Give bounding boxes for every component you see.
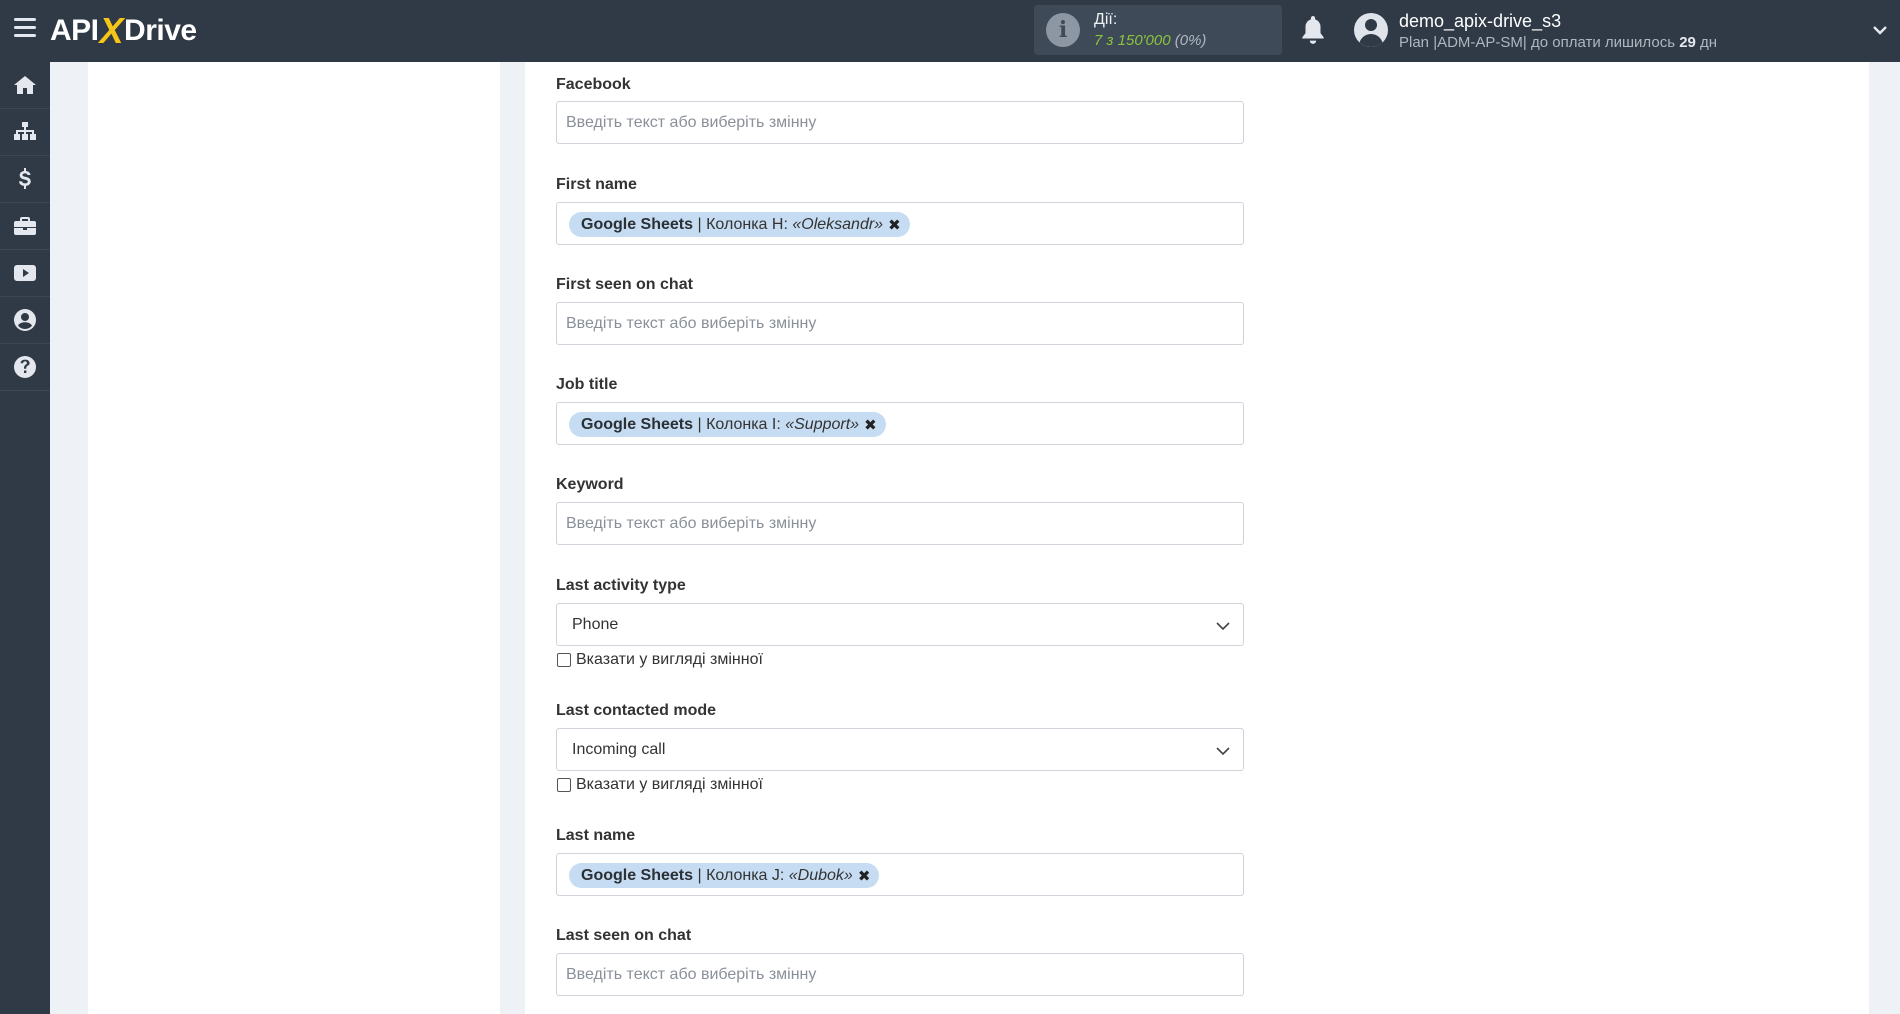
top-bar: API X Drive i Дії: 7 з 150'000 (0%) demo_a… — [0, 0, 1900, 62]
actions-count: 7 з 150'000 (0%) — [1094, 32, 1206, 49]
user-plan: Plan |ADM-AP-SM| до оплати лишилось 29 д… — [1399, 34, 1717, 51]
last-contacted-mode-select[interactable]: Incoming call — [556, 728, 1244, 771]
user-plan-days: 29 — [1679, 34, 1696, 51]
last-activity-type-select[interactable]: Phone — [556, 603, 1244, 646]
sidebar — [0, 62, 50, 1014]
facebook-input[interactable]: Введіть текст або виберіть змінну — [556, 101, 1244, 144]
last-name-input[interactable]: Google Sheets | Колонка J: «Dubok» ✖ — [556, 853, 1244, 896]
checkbox-label: Вказати у вигляді змінної — [576, 651, 763, 668]
checkbox[interactable] — [557, 778, 571, 792]
tag-source: Google Sheets — [581, 415, 694, 433]
checkbox[interactable] — [557, 653, 571, 667]
variable-tag: Google Sheets | Колонка J: «Dubok» ✖ — [569, 863, 880, 888]
first-seen-placeholder: Введіть текст або виберіть змінну — [566, 315, 817, 332]
field-label-first-seen: First seen on chat — [556, 276, 693, 293]
actions-count-value: 7 з 150'000 — [1094, 32, 1171, 49]
bell-icon[interactable] — [1300, 16, 1326, 46]
sidebar-item-home[interactable] — [0, 62, 50, 109]
keyword-input[interactable]: Введіть текст або виберіть змінну — [556, 502, 1244, 545]
close-icon[interactable]: ✖ — [888, 216, 901, 234]
tag-value: «Support» — [785, 415, 860, 433]
job-title-input[interactable]: Google Sheets | Колонка I: «Support» ✖ — [556, 402, 1244, 445]
youtube-icon — [14, 265, 36, 281]
actions-label: Дії: — [1094, 11, 1118, 28]
sitemap-icon — [14, 122, 36, 140]
left-panel — [88, 62, 500, 1014]
user-circle-icon — [14, 309, 36, 331]
dollar-icon — [19, 168, 31, 189]
info-icon: i — [1046, 13, 1080, 47]
chevron-down-icon — [1216, 747, 1230, 756]
menu-icon[interactable] — [14, 18, 36, 40]
chevron-down-icon[interactable] — [1872, 22, 1888, 38]
keyword-placeholder: Введіть текст або виберіть змінну — [566, 515, 817, 532]
actions-counter: i Дії: 7 з 150'000 (0%) — [1034, 5, 1282, 55]
logo-text-api: API — [50, 14, 99, 47]
last-contacted-mode-variable-toggle: Вказати у вигляді змінної — [557, 776, 763, 794]
sidebar-item-connections[interactable] — [0, 109, 50, 156]
briefcase-icon — [14, 217, 36, 235]
last-seen-placeholder: Введіть текст або виберіть змінну — [566, 966, 817, 983]
tag-value: «Oleksandr» — [792, 215, 884, 233]
tag-column: | Колонка I: — [693, 415, 786, 433]
home-icon — [14, 76, 36, 94]
field-label-last-name: Last name — [556, 827, 636, 844]
last-activity-type-variable-toggle: Вказати у вигляді змінної — [557, 651, 763, 669]
sidebar-item-help[interactable] — [0, 344, 50, 391]
checkbox-label: Вказати у вигляді змінної — [576, 776, 763, 793]
tag-column: | Колонка J: — [693, 866, 789, 884]
avatar[interactable] — [1354, 13, 1388, 47]
question-circle-icon — [14, 356, 36, 378]
actions-percent: (0%) — [1174, 32, 1207, 49]
field-label-keyword: Keyword — [556, 476, 624, 493]
sidebar-item-billing[interactable] — [0, 156, 50, 203]
tag-source: Google Sheets — [581, 215, 694, 233]
field-label-last-activity-type: Last activity type — [556, 577, 686, 594]
logo-text-drive: Drive — [124, 14, 197, 47]
tag-source: Google Sheets — [581, 866, 694, 884]
facebook-placeholder: Введіть текст або виберіть змінну — [566, 114, 817, 131]
sidebar-item-video[interactable] — [0, 250, 50, 297]
close-icon[interactable]: ✖ — [864, 416, 877, 434]
variable-tag: Google Sheets | Колонка I: «Support» ✖ — [569, 412, 886, 437]
user-name[interactable]: demo_apix-drive_s3 — [1399, 11, 1561, 32]
field-label-facebook: Facebook — [556, 76, 631, 93]
first-name-input[interactable]: Google Sheets | Колонка H: «Oleksandr» ✖ — [556, 202, 1244, 245]
chevron-down-icon — [1216, 622, 1230, 631]
apix-drive-logo[interactable]: API X Drive — [50, 10, 197, 51]
user-plan-suffix: дн — [1695, 34, 1718, 51]
field-label-first-name: First name — [556, 176, 637, 193]
variable-tag: Google Sheets | Колонка H: «Oleksandr» ✖ — [569, 212, 910, 237]
tag-column: | Колонка H: — [693, 215, 793, 233]
field-label-job-title: Job title — [556, 376, 618, 393]
first-seen-input[interactable]: Введіть текст або виберіть змінну — [556, 302, 1244, 345]
sidebar-item-profile[interactable] — [0, 297, 50, 344]
last-contacted-mode-value: Incoming call — [572, 741, 666, 758]
field-label-last-seen: Last seen on chat — [556, 927, 692, 944]
tag-value: «Dubok» — [788, 866, 853, 884]
last-seen-input[interactable]: Введіть текст або виберіть змінну — [556, 953, 1244, 996]
field-label-last-contacted-mode: Last contacted mode — [556, 702, 717, 719]
user-plan-text: Plan |ADM-AP-SM| до оплати лишилось — [1399, 34, 1680, 51]
sidebar-item-tools[interactable] — [0, 203, 50, 250]
close-icon[interactable]: ✖ — [858, 867, 871, 885]
logo-text-x: X — [99, 10, 124, 51]
last-activity-type-value: Phone — [572, 616, 619, 633]
